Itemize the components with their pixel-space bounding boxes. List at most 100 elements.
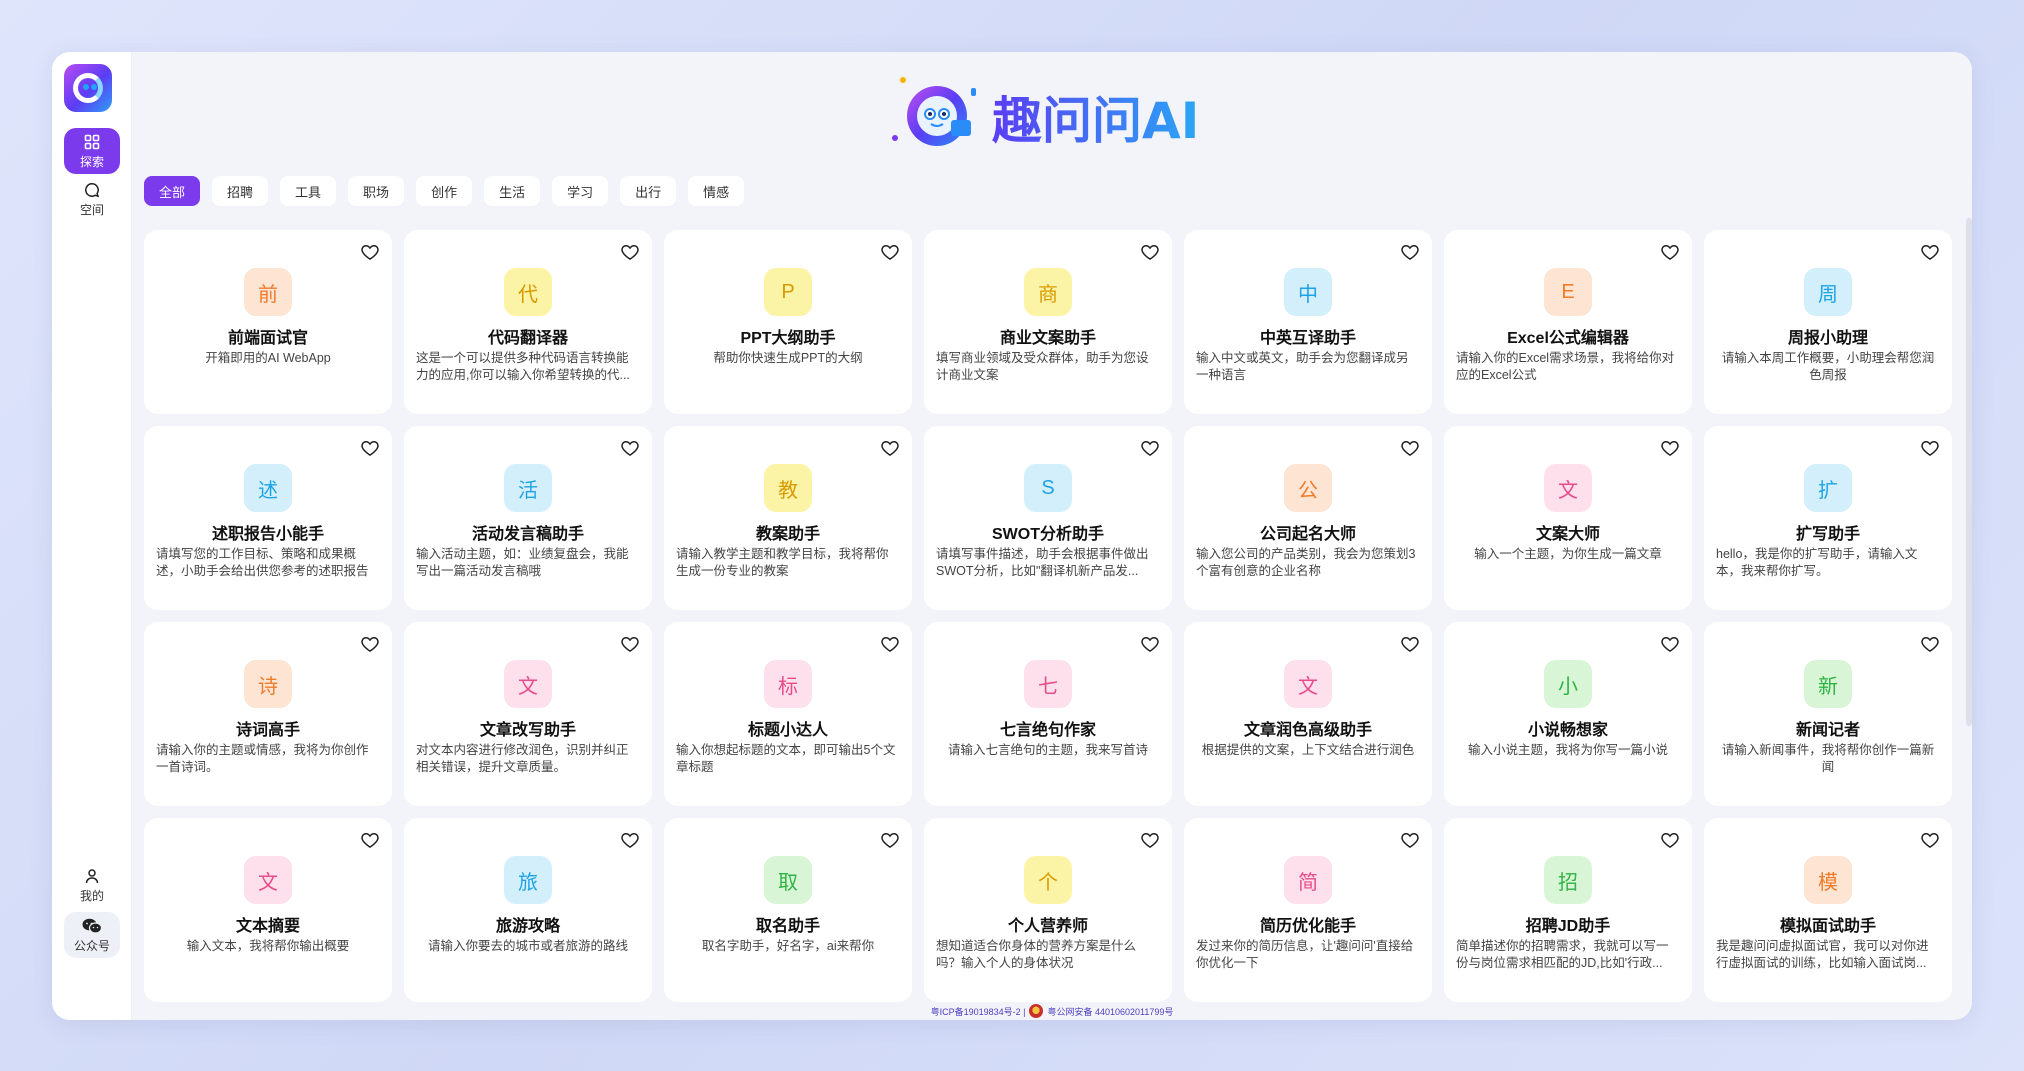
user-icon [84, 867, 100, 885]
scrollbar[interactable] [1966, 218, 1972, 726]
app-card[interactable]: 新新闻记者 请输入新闻事件，我将帮你创作一篇新闻 [1704, 622, 1952, 806]
favorite-heart-icon[interactable] [1140, 438, 1160, 458]
app-card[interactable]: P PPT大纲助手 帮助你快速生成PPT的大纲 [664, 230, 912, 414]
app-initial-badge: E [1544, 268, 1592, 316]
tab-1[interactable]: 招聘 [212, 176, 269, 206]
favorite-heart-icon[interactable] [1920, 438, 1940, 458]
favorite-heart-icon[interactable] [360, 438, 380, 458]
app-logo[interactable] [64, 64, 112, 112]
chat-bubble-icon [84, 181, 100, 199]
favorite-heart-icon[interactable] [1660, 830, 1680, 850]
app-initial-badge: 简 [1284, 856, 1332, 904]
favorite-heart-icon[interactable] [620, 830, 640, 850]
favorite-heart-icon[interactable] [1140, 242, 1160, 262]
sidebar-item-explore[interactable]: 探索 [64, 128, 120, 174]
app-card[interactable]: 取取名助手 取名字助手，好名字，ai来帮你 [664, 818, 912, 1002]
tab-3[interactable]: 职场 [348, 176, 405, 206]
favorite-heart-icon[interactable] [880, 634, 900, 654]
app-card-grid: 前前端面试官 开箱即用的AI WebApp 代代码翻译器 这是一个可以提供多种代码语言… [144, 230, 1954, 1002]
tab-2[interactable]: 工具 [280, 176, 337, 206]
app-title: 活动发言稿助手 [471, 526, 584, 543]
tab-0[interactable]: 全部 [144, 176, 201, 206]
app-card[interactable]: 代代码翻译器 这是一个可以提供多种代码语言转换能力的应用,你可以输入你希望转换的代… [404, 230, 652, 414]
favorite-heart-icon[interactable] [1660, 438, 1680, 458]
grid-icon [84, 133, 100, 151]
app-card[interactable]: 小小说畅想家 输入小说主题，我将为你写一篇小说 [1444, 622, 1692, 806]
favorite-heart-icon[interactable] [880, 438, 900, 458]
sidebar-item-space[interactable]: 空间 [64, 176, 120, 222]
favorite-heart-icon[interactable] [1400, 438, 1420, 458]
favorite-heart-icon[interactable] [360, 830, 380, 850]
app-card[interactable]: 简简历优化能手 发过来你的简历信息，让'趣问问'直接给你优化一下 [1184, 818, 1432, 1002]
tab-7[interactable]: 出行 [620, 176, 677, 206]
app-description: 请填写您的工作目标、策略和成果概述，小助手会给出供您参考的述职报告 [156, 547, 369, 578]
app-initial-badge: 代 [504, 268, 552, 316]
app-card[interactable]: 公公司起名大师 输入您公司的产品类别，我会为您策划3个富有创意的企业名称 [1184, 426, 1432, 610]
tab-5[interactable]: 生活 [484, 176, 541, 206]
app-card[interactable]: 诗诗词高手 请输入你的主题或情感，我将为你创作一首诗词。 [144, 622, 392, 806]
app-card[interactable]: 扩扩写助手 hello，我是你的扩写助手，请输入文本，我来帮你扩写。 [1704, 426, 1952, 610]
app-card[interactable]: 商商业文案助手 填写商业领域及受众群体，助手为您设计商业文案 [924, 230, 1172, 414]
sidebar-item-profile[interactable]: 我的 [64, 862, 120, 908]
app-card[interactable]: 前前端面试官 开箱即用的AI WebApp [144, 230, 392, 414]
app-card[interactable]: 活活动发言稿助手 输入活动主题，如：业绩复盘会，我能写出一篇活动发言稿哦 [404, 426, 652, 610]
favorite-heart-icon[interactable] [1660, 242, 1680, 262]
tab-4[interactable]: 创作 [416, 176, 473, 206]
app-card[interactable]: 周周报小助理 请输入本周工作概要，小助理会帮您润色周报 [1704, 230, 1952, 414]
app-card[interactable]: 文文章润色高级助手 根据提供的文案，上下文结合进行润色 [1184, 622, 1432, 806]
app-initial-badge: 文 [244, 856, 292, 904]
favorite-heart-icon[interactable] [620, 438, 640, 458]
app-description: 取名字助手，好名字，ai来帮你 [701, 939, 875, 953]
app-card[interactable]: 模模拟面试助手 我是趣问问虚拟面试官，我可以对你进行虚拟面试的训练，比如输入面试岗… [1704, 818, 1952, 1002]
sidebar-item-label: 公众号 [73, 938, 110, 953]
app-card[interactable]: 七七言绝句作家 请输入七言绝句的主题，我来写首诗 [924, 622, 1172, 806]
app-card[interactable]: S SWOT分析助手 请填写事件描述，助手会根据事件做出SWOT分析，比如"翻译机新… [924, 426, 1172, 610]
brand-logo: 趣问问AI [132, 68, 1972, 160]
app-card[interactable]: 述述职报告小能手 请填写您的工作目标、策略和成果概述，小助手会给出供您参考的述职报… [144, 426, 392, 610]
favorite-heart-icon[interactable] [360, 242, 380, 262]
app-card[interactable]: 文文章改写助手 对文本内容进行修改润色，识别并纠正相关错误，提升文章质量。 [404, 622, 652, 806]
favorite-heart-icon[interactable] [1920, 242, 1940, 262]
favorite-heart-icon[interactable] [1400, 242, 1420, 262]
icp-link[interactable]: 粤ICP备19019834号-2 | [931, 1005, 1026, 1018]
app-card[interactable]: 教教案助手 请输入教学主题和教学目标，我将帮你生成一份专业的教案 [664, 426, 912, 610]
favorite-heart-icon[interactable] [620, 634, 640, 654]
app-card[interactable]: 文文案大师 输入一个主题，为你生成一篇文章 [1444, 426, 1692, 610]
favorite-heart-icon[interactable] [880, 242, 900, 262]
tab-8[interactable]: 情感 [688, 176, 745, 206]
police-record-link[interactable]: 粤公网安备 44010602011799号 [1047, 1005, 1173, 1018]
favorite-heart-icon[interactable] [360, 634, 380, 654]
favorite-heart-icon[interactable] [1660, 634, 1680, 654]
favorite-heart-icon[interactable] [1140, 634, 1160, 654]
tab-6[interactable]: 学习 [552, 176, 609, 206]
favorite-heart-icon[interactable] [620, 242, 640, 262]
app-title: SWOT分析助手 [992, 526, 1104, 543]
app-title: 文案大师 [1535, 526, 1600, 543]
favorite-heart-icon[interactable] [1400, 634, 1420, 654]
brand-logo-text: 趣问问AI [992, 92, 1199, 150]
favorite-heart-icon[interactable] [1920, 830, 1940, 850]
app-description: 输入一个主题，为你生成一篇文章 [1474, 547, 1662, 561]
app-card[interactable]: 招招聘JD助手 简单描述你的招聘需求，我就可以写一份与岗位需求相匹配的JD,比如'… [1444, 818, 1692, 1002]
app-title: PPT大纲助手 [740, 330, 836, 347]
app-card[interactable]: 中中英互译助手 输入中文或英文，助手会为您翻译成另一种语言 [1184, 230, 1432, 414]
app-card[interactable]: 标标题小达人 输入你想起标题的文本，即可输出5个文章标题 [664, 622, 912, 806]
app-card[interactable]: 个个人营养师 想知道适合你身体的营养方案是什么吗？输入个人的身体状况 [924, 818, 1172, 1002]
favorite-heart-icon[interactable] [880, 830, 900, 850]
footer: 粤ICP备19019834号-2 | 粤公网安备 44010602011799号 [132, 1002, 1972, 1020]
favorite-heart-icon[interactable] [1140, 830, 1160, 850]
app-card[interactable]: E Excel公式编辑器 请输入你的Excel需求场景，我将给你对应的Excel公式 [1444, 230, 1692, 414]
favorite-heart-icon[interactable] [1920, 634, 1940, 654]
app-description: 请输入七言绝句的主题，我来写首诗 [947, 743, 1148, 757]
favorite-heart-icon[interactable] [1400, 830, 1420, 850]
app-card[interactable]: 文文本摘要 输入文本，我将帮你输出概要 [144, 818, 392, 1002]
sidebar-item-wechat[interactable]: 公众号 [64, 912, 120, 958]
app-initial-badge: 招 [1544, 856, 1592, 904]
app-description: 请输入本周工作概要，小助理会帮您润色周报 [1721, 351, 1935, 382]
app-initial-badge: 诗 [244, 660, 292, 708]
app-description: 根据提供的文案，上下文结合进行润色 [1201, 743, 1415, 757]
app-card[interactable]: 旅旅游攻略 请输入你要去的城市或者旅游的路线 [404, 818, 652, 1002]
main-content: 趣问问AI 全部 招聘 工具 职场 创作 生活 学习 出行 情感 前前端面试官 开箱即用的AI W… [132, 52, 1972, 1020]
app-initial-badge: 文 [1284, 660, 1332, 708]
app-title: 代码翻译器 [487, 330, 568, 347]
